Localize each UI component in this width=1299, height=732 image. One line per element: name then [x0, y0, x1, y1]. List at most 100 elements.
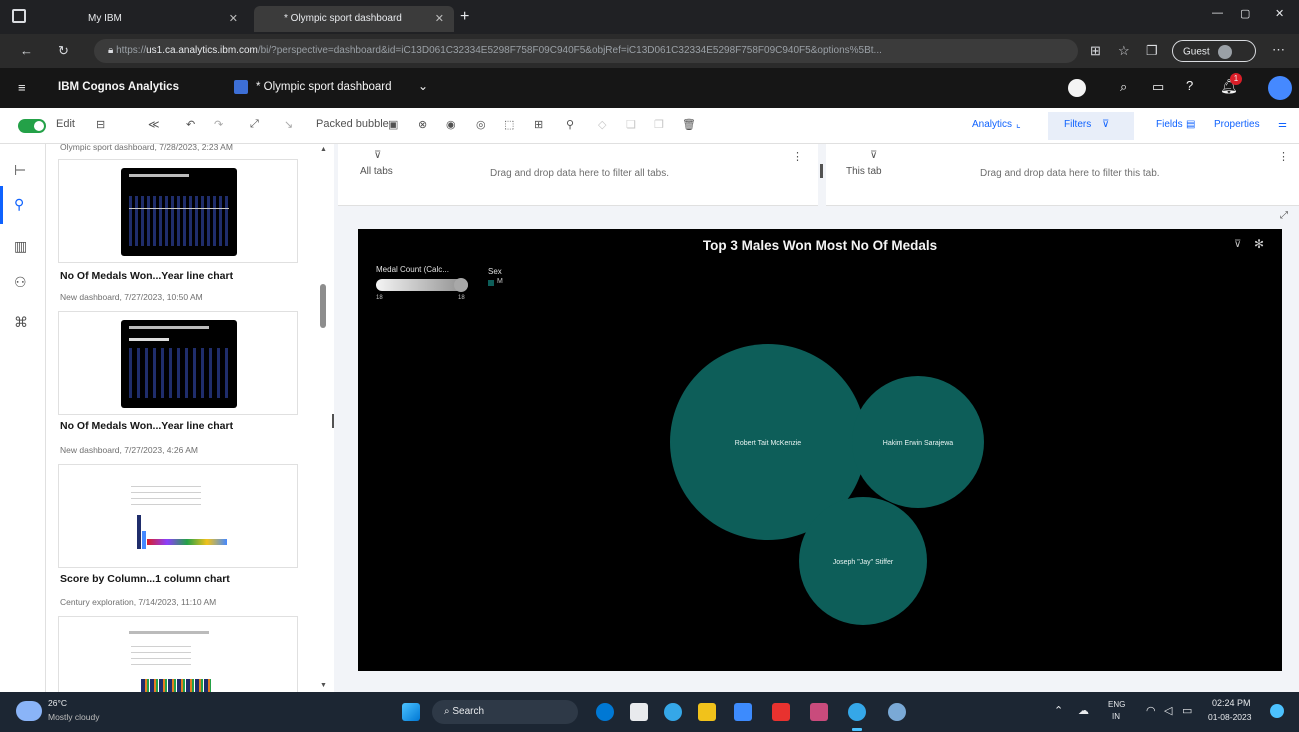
viz-change-icon[interactable]: ▣ — [388, 118, 398, 131]
card-title[interactable]: No Of Medals Won...Year line chart — [60, 420, 233, 432]
windows-start-icon[interactable] — [402, 703, 420, 721]
share-icon[interactable]: ≪ — [148, 118, 160, 131]
network-tray-icon[interactable]: ☁ — [1078, 704, 1089, 717]
active-app-indicator — [852, 728, 862, 731]
more-options-icon[interactable]: ⋮ — [1278, 150, 1289, 163]
data-sources-icon[interactable]: ⊢ — [14, 162, 26, 179]
scrollbar-thumb[interactable] — [320, 284, 326, 328]
edge-icon[interactable] — [664, 703, 682, 721]
copy-icon[interactable]: ❏ — [626, 118, 636, 131]
browser-tab-dashboard[interactable]: * Olympic sport dashboard ✕ — [254, 6, 454, 32]
minimize-icon[interactable]: — — [1212, 7, 1223, 19]
pointer-icon[interactable]: ↘ — [284, 118, 293, 131]
assets-icon[interactable]: ⚇ — [14, 274, 27, 291]
expand-canvas-icon[interactable]: ⤢ — [1280, 210, 1288, 221]
weather-temp[interactable]: 26°C — [48, 698, 67, 708]
edge-active-icon[interactable] — [848, 703, 866, 721]
task-view-icon[interactable] — [630, 703, 648, 721]
help-icon[interactable]: ? — [1186, 78, 1193, 93]
filters-button[interactable]: Filters — [1064, 119, 1091, 130]
copilot-icon[interactable] — [596, 703, 614, 721]
assistant-icon[interactable] — [1068, 79, 1086, 97]
clock-time[interactable]: 02:24 PM — [1212, 698, 1251, 708]
search-icon[interactable]: ⌕ — [1120, 79, 1127, 95]
language-bottom[interactable]: IN — [1112, 712, 1120, 721]
more-options-icon[interactable]: ⋮ — [792, 150, 803, 163]
volume-icon[interactable]: ◁ — [1164, 704, 1172, 717]
maximize-icon[interactable]: ▢ — [1240, 7, 1250, 20]
notification-center-icon[interactable] — [1270, 704, 1284, 718]
browser-tab-my-ibm[interactable]: My IBM ✕ — [48, 6, 248, 32]
chevron-up-icon[interactable]: ⌃ — [1054, 704, 1063, 717]
viz-type-selector[interactable]: Packed bubble — [316, 118, 389, 130]
card-thumbnail[interactable] — [58, 311, 298, 415]
more-icon[interactable]: ⋯ — [1272, 42, 1285, 58]
card-title[interactable]: No Of Medals Won...Year line chart — [60, 270, 233, 282]
edit-toggle[interactable] — [18, 119, 46, 133]
wifi-icon[interactable]: ◠ — [1146, 704, 1156, 717]
taskbar-search-box[interactable]: ⌕ Search — [432, 700, 578, 724]
this-tab-filter-area[interactable]: ⊽ This tab Drag and drop data here to fi… — [826, 144, 1299, 206]
split-screen-icon[interactable]: ⊞ — [1090, 43, 1101, 59]
refresh-icon[interactable]: ↻ — [58, 43, 69, 59]
column-chart-thumbnail — [121, 473, 237, 561]
delete-icon[interactable]: 🗑︎ — [682, 118, 696, 131]
pin-icon[interactable]: ⚲ — [14, 196, 24, 213]
language-top[interactable]: ENG — [1108, 700, 1125, 709]
card-thumbnail[interactable] — [58, 464, 298, 568]
packed-bubble-visualization[interactable]: Top 3 Males Won Most No Of Medals ⊽ ✻ Me… — [358, 229, 1282, 671]
filter-divider — [820, 164, 823, 178]
properties-button[interactable]: Properties — [1214, 119, 1260, 130]
table-icon[interactable]: ⊞ — [534, 118, 543, 131]
store-icon[interactable] — [734, 703, 752, 721]
undo-icon[interactable]: ↶ — [186, 118, 195, 131]
all-tabs-filter-area[interactable]: ⊽ All tabs Drag and drop data here to fi… — [338, 144, 818, 206]
user-avatar-icon[interactable] — [1268, 76, 1292, 100]
hamburger-menu-icon[interactable]: ≡ — [18, 80, 26, 95]
battery-icon[interactable]: ▭ — [1182, 704, 1192, 717]
card-thumbnail[interactable] — [58, 159, 298, 263]
weather-cloud-icon — [16, 701, 42, 721]
messages-icon[interactable]: ▭ — [1152, 79, 1164, 95]
new-tab-button[interactable]: + — [460, 8, 469, 26]
tab-actions-icon[interactable] — [12, 9, 26, 23]
office-icon[interactable] — [772, 703, 790, 721]
filter-icon: ⊽ — [374, 150, 382, 161]
collections-icon[interactable]: ❐ — [1146, 43, 1158, 59]
expand-icon[interactable]: ⤢ — [250, 118, 259, 131]
file-explorer-icon[interactable] — [698, 703, 716, 721]
frame-icon[interactable]: ⬚ — [504, 118, 514, 131]
card-thumbnail[interactable] — [58, 616, 298, 692]
scroll-up-icon[interactable]: ▲ — [320, 146, 327, 153]
paste-icon[interactable]: ❐ — [654, 118, 664, 131]
drill-icon[interactable]: ⊗ — [418, 118, 427, 131]
weather-desc[interactable]: Mostly cloudy — [48, 712, 100, 722]
comment-icon[interactable]: ◇ — [598, 118, 606, 131]
document-title[interactable]: * Olympic sport dashboard — [256, 81, 392, 93]
analytics-button[interactable]: Analytics — [972, 119, 1012, 130]
close-icon[interactable]: ✕ — [435, 12, 444, 25]
url-input[interactable]: 🔒︎ https://us1.ca.analytics.ibm.com/bi/?… — [94, 39, 1078, 63]
navigation-paths-icon[interactable]: ⌘ — [14, 314, 28, 331]
scroll-down-icon[interactable]: ▼ — [320, 682, 327, 689]
favorites-icon[interactable]: ☆ — [1118, 43, 1130, 59]
photos-icon[interactable] — [810, 703, 828, 721]
fields-button[interactable]: Fields — [1156, 119, 1183, 130]
redo-icon[interactable]: ↷ — [214, 118, 223, 131]
close-window-icon[interactable]: ✕ — [1275, 7, 1284, 20]
pin-icon[interactable]: ⚲ — [566, 118, 574, 131]
chevron-down-icon[interactable]: ⌄ — [418, 79, 428, 93]
filter-visual-icon[interactable]: ◉ — [446, 118, 456, 131]
visualizations-icon[interactable]: ▥ — [14, 238, 27, 255]
profile-button[interactable]: Guest — [1172, 40, 1256, 62]
card-title[interactable]: Score by Column...1 column chart — [60, 573, 230, 585]
focus-icon[interactable]: ◎ — [476, 118, 486, 131]
panel-scrollbar[interactable]: ▲ ▼ — [320, 144, 328, 692]
profile-avatar-icon — [1218, 45, 1233, 59]
edit-toolbar: Edit ⊟ ≪ ↶ ↷ ⤢ ↘ Packed bubble ▣ ⊗ ◉ ◎ ⬚… — [0, 108, 1299, 144]
settings-app-icon[interactable] — [888, 703, 906, 721]
clock-date[interactable]: 01-08-2023 — [1208, 712, 1251, 722]
add-widget-icon[interactable]: ⊟ — [96, 118, 105, 131]
back-icon[interactable]: ← — [20, 43, 33, 58]
close-icon[interactable]: ✕ — [229, 12, 238, 25]
